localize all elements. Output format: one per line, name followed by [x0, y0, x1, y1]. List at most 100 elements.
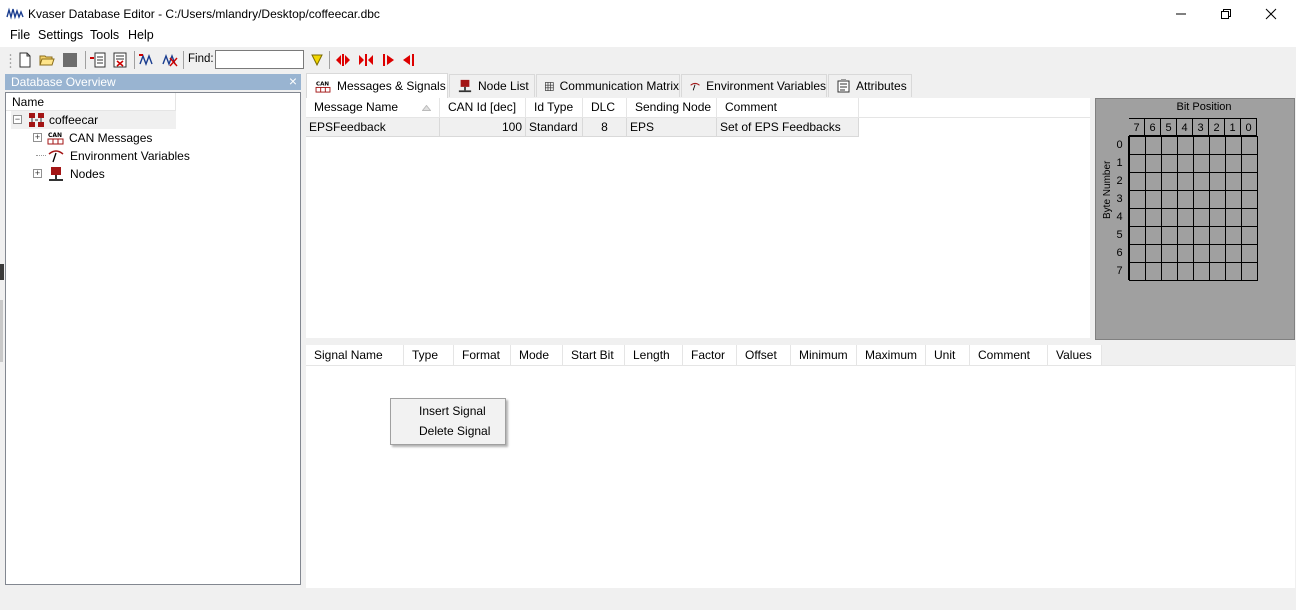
bit-cell	[1193, 172, 1210, 191]
cell-id-type[interactable]: Standard	[526, 118, 583, 137]
menu-help[interactable]: Help	[128, 28, 154, 42]
delete-message-icon[interactable]	[112, 52, 128, 68]
find-input[interactable]	[215, 50, 304, 69]
bit-cell	[1209, 208, 1226, 227]
menu-file[interactable]: File	[10, 28, 30, 42]
find-next-icon[interactable]	[309, 52, 325, 68]
column-header-message-name[interactable]: Message Name	[306, 98, 440, 118]
menu-settings[interactable]: Settings	[38, 28, 83, 42]
expand-toggle[interactable]: +	[33, 133, 42, 142]
column-header-dlc[interactable]: DLC	[583, 98, 627, 118]
bit-cell	[1241, 208, 1258, 227]
column-header-type[interactable]: Type	[404, 345, 454, 366]
column-header-mode[interactable]: Mode	[511, 345, 563, 366]
arrow-expand-icon[interactable]	[335, 52, 351, 68]
column-header-sending-node[interactable]: Sending Node	[627, 98, 717, 118]
column-header-minimum[interactable]: Minimum	[791, 345, 857, 366]
tree-item-label: Nodes	[70, 167, 105, 181]
column-header-id-type[interactable]: Id Type	[526, 98, 583, 118]
tab-label: Messages & Signals	[337, 78, 446, 93]
minimize-button[interactable]	[1158, 0, 1204, 28]
column-header-values[interactable]: Values	[1048, 345, 1102, 366]
bit-cell	[1177, 244, 1194, 263]
byte-header-1: 1	[1111, 154, 1129, 172]
arrow-collapse-icon[interactable]	[358, 52, 374, 68]
bit-header-2: 2	[1209, 118, 1225, 136]
close-window-button[interactable]	[1248, 0, 1294, 28]
tab-attributes[interactable]: Attributes	[828, 74, 912, 97]
tree-item-can-messages[interactable]: + CAN CAN Messages	[31, 129, 191, 147]
bit-cell	[1161, 262, 1178, 281]
menu-tools[interactable]: Tools	[90, 28, 119, 42]
cell-dlc[interactable]: 8	[583, 118, 627, 137]
bit-cell	[1241, 136, 1258, 155]
save-icon[interactable]	[62, 52, 78, 68]
bit-cell	[1145, 154, 1162, 173]
column-header-comment[interactable]: Comment	[717, 98, 859, 118]
byte-header-4: 4	[1111, 208, 1129, 226]
bit-cell	[1129, 262, 1146, 281]
byte-header-6: 6	[1111, 244, 1129, 262]
toolbar-separator	[85, 51, 86, 69]
panel-close-button[interactable]: ×	[289, 74, 297, 89]
toolbar-grip	[9, 54, 12, 68]
insert-message-icon[interactable]	[90, 52, 106, 68]
expand-toggle[interactable]: +	[33, 169, 42, 178]
grid-icon	[545, 81, 554, 91]
new-file-icon[interactable]	[17, 52, 33, 68]
collapse-toggle[interactable]: −	[13, 115, 22, 124]
column-header-offset[interactable]: Offset	[737, 345, 791, 366]
bit-cell	[1193, 244, 1210, 263]
database-overview-panel: Database Overview × Name − coffeecar + C…	[5, 74, 301, 585]
column-header-start-bit[interactable]: Start Bit	[563, 345, 625, 366]
bit-position-panel: Bit Position Byte Number 765432100123456…	[1095, 98, 1295, 340]
open-folder-icon[interactable]	[39, 52, 55, 68]
bit-cell	[1145, 208, 1162, 227]
tab-node-list[interactable]: Node List	[449, 74, 535, 97]
delete-signal-icon[interactable]	[162, 52, 178, 68]
restore-button[interactable]	[1203, 0, 1249, 28]
column-header-format[interactable]: Format	[454, 345, 511, 366]
attributes-icon	[837, 79, 850, 93]
delete-signal-menu-item[interactable]: Delete Signal	[419, 424, 490, 438]
tree-item-nodes[interactable]: + Nodes	[31, 165, 131, 183]
column-header-can-id[interactable]: CAN Id [dec]	[440, 98, 526, 118]
find-label: Find:	[188, 53, 214, 65]
bit-cell	[1129, 226, 1146, 245]
bit-cell	[1177, 172, 1194, 191]
cell-sending-node[interactable]: EPS	[627, 118, 717, 137]
bit-cell	[1145, 172, 1162, 191]
bit-cell	[1209, 136, 1226, 155]
cell-comment[interactable]: Set of EPS Feedbacks	[717, 118, 859, 137]
arrow-left-icon[interactable]	[401, 52, 417, 68]
column-header-signal-name[interactable]: Signal Name	[306, 345, 404, 366]
bit-cell	[1209, 262, 1226, 281]
tab-environment-variables[interactable]: Environment Variables	[681, 74, 827, 97]
tab-messages-signals[interactable]: CAN Messages & Signals	[306, 73, 448, 98]
bit-header-1: 1	[1225, 118, 1241, 136]
column-header-comment[interactable]: Comment	[970, 345, 1048, 366]
bit-header-7: 7	[1129, 118, 1145, 136]
column-header-factor[interactable]: Factor	[683, 345, 737, 366]
arrow-right-icon[interactable]	[380, 52, 396, 68]
bit-cell	[1145, 226, 1162, 245]
cell-can-id[interactable]: 100	[440, 118, 526, 137]
tab-communication-matrix[interactable]: Communication Matrix	[536, 74, 680, 97]
tree-column-header[interactable]: Name	[6, 93, 176, 111]
bit-cell	[1209, 172, 1226, 191]
tree-connector	[36, 155, 46, 156]
tree-item-environment-variables[interactable]: Environment Variables	[31, 147, 211, 165]
insert-signal-icon[interactable]	[139, 52, 155, 68]
byte-header-2: 2	[1111, 172, 1129, 190]
column-header-maximum[interactable]: Maximum	[857, 345, 926, 366]
tree-item-coffeecar[interactable]: − coffeecar	[11, 111, 176, 129]
cell-message-name[interactable]: EPSFeedback	[306, 118, 440, 137]
bit-cell	[1177, 262, 1194, 281]
bit-cell	[1145, 136, 1162, 155]
column-header-unit[interactable]: Unit	[926, 345, 970, 366]
bit-cell	[1145, 262, 1162, 281]
svg-text:CAN: CAN	[316, 81, 329, 87]
column-header-length[interactable]: Length	[625, 345, 683, 366]
insert-signal-menu-item[interactable]: Insert Signal	[419, 404, 486, 418]
tree-item-label: CAN Messages	[69, 131, 153, 145]
